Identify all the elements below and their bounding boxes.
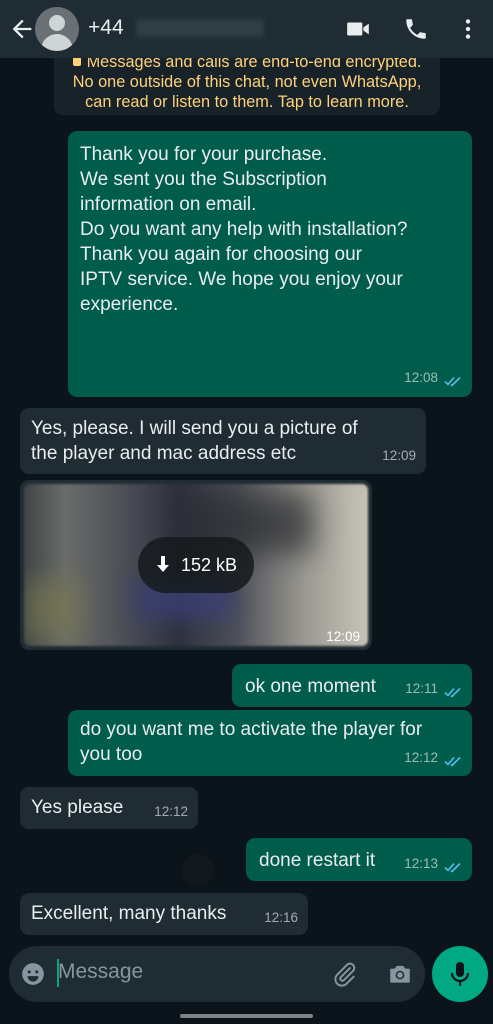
encryption-line-3: can read or listen to them. Tap to learn…: [85, 93, 409, 111]
avatar-head-shape: [49, 15, 65, 31]
read-ticks-icon: [444, 756, 461, 767]
message-time: 12:13: [404, 856, 438, 871]
more-vert-icon[interactable]: [455, 16, 481, 42]
back-arrow-icon[interactable]: [8, 15, 36, 43]
video-call-icon[interactable]: [345, 16, 371, 42]
message-time: 12:16: [264, 910, 298, 925]
voice-message-button[interactable]: [432, 946, 488, 1002]
message-bubble-incoming[interactable]: Yes, please. I will send you a picture o…: [20, 408, 426, 474]
mic-icon: [450, 962, 470, 986]
emoji-icon[interactable]: [20, 961, 46, 987]
download-button[interactable]: 152 kB: [138, 537, 254, 593]
message-composer[interactable]: Message: [9, 946, 425, 1002]
message-bubble-incoming[interactable]: Yes please 12:12: [20, 787, 198, 829]
attach-icon[interactable]: [332, 961, 358, 987]
message-text-line: IPTV service. We hope you enjoy your: [80, 269, 403, 290]
message-text-line: experience.: [80, 294, 179, 315]
message-bubble-incoming[interactable]: Excellent, many thanks 12:16: [20, 893, 308, 935]
message-text-line: Thank you again for choosing our: [80, 244, 363, 265]
read-ticks-icon: [444, 862, 461, 873]
encryption-notice[interactable]: Messages and calls are end-to-end encryp…: [54, 53, 440, 115]
read-ticks-icon: [444, 376, 461, 387]
lock-icon: [72, 57, 81, 66]
message-time: 12:08: [404, 370, 438, 385]
message-text-line: Do you want any help with installation?: [80, 219, 408, 240]
redacted-phone-number: [135, 19, 264, 37]
message-time: 12:11: [405, 681, 438, 696]
download-size: 152 kB: [180, 554, 238, 575]
gesture-home-bar[interactable]: [180, 1014, 313, 1018]
camera-icon[interactable]: [387, 961, 413, 987]
message-time: 12:12: [404, 750, 438, 765]
avatar[interactable]: [35, 7, 79, 51]
avatar-body-shape: [41, 34, 73, 51]
message-time: 12:09: [382, 448, 416, 463]
message-text-line: do you want me to activate the player fo…: [80, 719, 423, 740]
message-text-line: Thank you for your purchase.: [80, 144, 328, 165]
message-text-line: We sent you the Subscription: [80, 169, 327, 190]
message-text-line: information on email.: [80, 194, 257, 215]
message-time: 12:09: [326, 629, 360, 644]
message-bubble-outgoing[interactable]: ok one moment 12:11: [232, 664, 472, 707]
message-bubble-outgoing[interactable]: done restart it 12:13: [246, 838, 472, 881]
read-ticks-icon: [444, 687, 461, 698]
message-text-line: the player and mac address etc: [31, 443, 297, 464]
message-text-line: done restart it: [259, 850, 376, 871]
message-time: 12:12: [154, 804, 188, 819]
message-text-line: Yes, please. I will send you a picture o…: [31, 418, 358, 439]
chat-header: +44: [0, 0, 493, 58]
download-arrow-icon: [156, 556, 169, 572]
phone-icon[interactable]: [403, 16, 429, 42]
contact-name[interactable]: +44: [88, 16, 264, 40]
message-input[interactable]: Message: [58, 960, 143, 984]
encryption-line-2: No one outside of this chat, not even Wh…: [72, 73, 422, 91]
contact-name-text: +44: [88, 16, 124, 39]
message-bubble-outgoing[interactable]: Thank you for your purchase. We sent you…: [68, 131, 472, 397]
image-message[interactable]: 152 kB 12:09: [20, 480, 372, 650]
message-bubble-outgoing[interactable]: do you want me to activate the player fo…: [68, 710, 472, 776]
image-blur-shape: [24, 579, 84, 639]
